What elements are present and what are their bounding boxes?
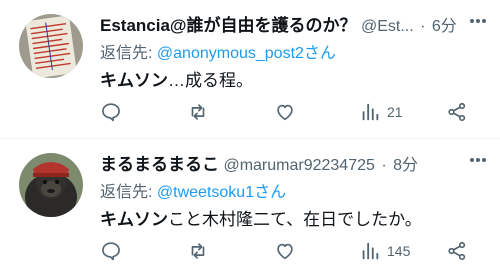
repost-button[interactable]: [187, 239, 209, 263]
share-button[interactable]: [446, 100, 468, 124]
separator-dot: ·: [381, 157, 387, 174]
tweet-text-bold: キムソン: [100, 71, 168, 90]
more-dots-icon: [470, 19, 486, 23]
tweet-header: まるまるまるこ @marumar92234725 · 8分: [100, 150, 490, 174]
display-name[interactable]: Estancia@誰が自由を護るのか？: [100, 16, 357, 35]
tweet-card[interactable]: まるまるまるこ @marumar92234725 · 8分 返信先: @twee…: [0, 139, 500, 277]
reply-button[interactable]: [100, 100, 122, 124]
tweet-text-rest: こと木村隆二て、在日でしたか。: [168, 210, 422, 229]
reply-to-user-link[interactable]: @anonymous_post2さん: [157, 45, 336, 62]
more-options-button[interactable]: [468, 14, 488, 26]
separator-dot: ·: [420, 18, 426, 35]
share-button[interactable]: [446, 239, 468, 263]
avatar[interactable]: [19, 14, 83, 78]
tweet-text: キムソン…成る程。: [100, 66, 253, 91]
tweet-text: キムソンこと木村隆二て、在日でしたか。: [100, 205, 422, 230]
repost-icon: [191, 104, 205, 120]
reply-prefix: 返信先:: [100, 45, 157, 62]
views-button[interactable]: 21: [359, 100, 403, 124]
timestamp[interactable]: 8分: [393, 157, 418, 174]
tweet-text-rest: …成る程。: [168, 71, 253, 90]
timeline-feed: Estancia@誰が自由を護るのか？ @Est... · 6分 返信先: @a…: [0, 0, 500, 277]
tweet-header: Estancia@誰が自由を護るのか？ @Est... · 6分: [100, 11, 490, 35]
gorilla-avatar-icon: [19, 153, 83, 217]
tweet-text-bold: キムソン: [100, 210, 168, 229]
reply-icon: [102, 242, 120, 261]
reply-to-line: 返信先: @tweetsoku1さん: [100, 178, 286, 202]
reply-to-user-link[interactable]: @tweetsoku1さん: [157, 184, 286, 201]
tweet-actions: 21: [100, 98, 480, 126]
repost-icon: [191, 243, 205, 259]
repost-button[interactable]: [187, 100, 209, 124]
reply-icon: [102, 103, 120, 122]
display-name[interactable]: まるまるまるこ: [100, 155, 219, 174]
heart-icon: [277, 104, 293, 121]
user-handle[interactable]: @Est...: [361, 18, 414, 35]
reply-button[interactable]: [100, 239, 122, 263]
share-icon: [448, 241, 466, 261]
share-icon: [448, 102, 466, 122]
views-chart-icon: [362, 242, 379, 260]
like-button[interactable]: [274, 239, 296, 263]
views-count: 21: [387, 104, 403, 120]
more-dots-icon: [470, 158, 486, 162]
user-handle[interactable]: @marumar92234725: [223, 157, 374, 174]
reply-to-line: 返信先: @anonymous_post2さん: [100, 39, 336, 63]
reply-prefix: 返信先:: [100, 184, 157, 201]
views-chart-icon: [362, 103, 379, 121]
tweet-actions: 145: [100, 237, 480, 265]
tweet-card[interactable]: Estancia@誰が自由を護るのか？ @Est... · 6分 返信先: @a…: [0, 0, 500, 138]
timestamp[interactable]: 6分: [432, 18, 457, 35]
heart-icon: [277, 243, 293, 260]
avatar[interactable]: [19, 153, 83, 217]
paper-document-avatar-icon: [19, 14, 83, 78]
views-count: 145: [387, 243, 411, 259]
views-button[interactable]: 145: [359, 239, 410, 263]
like-button[interactable]: [274, 100, 296, 124]
more-options-button[interactable]: [468, 153, 488, 165]
